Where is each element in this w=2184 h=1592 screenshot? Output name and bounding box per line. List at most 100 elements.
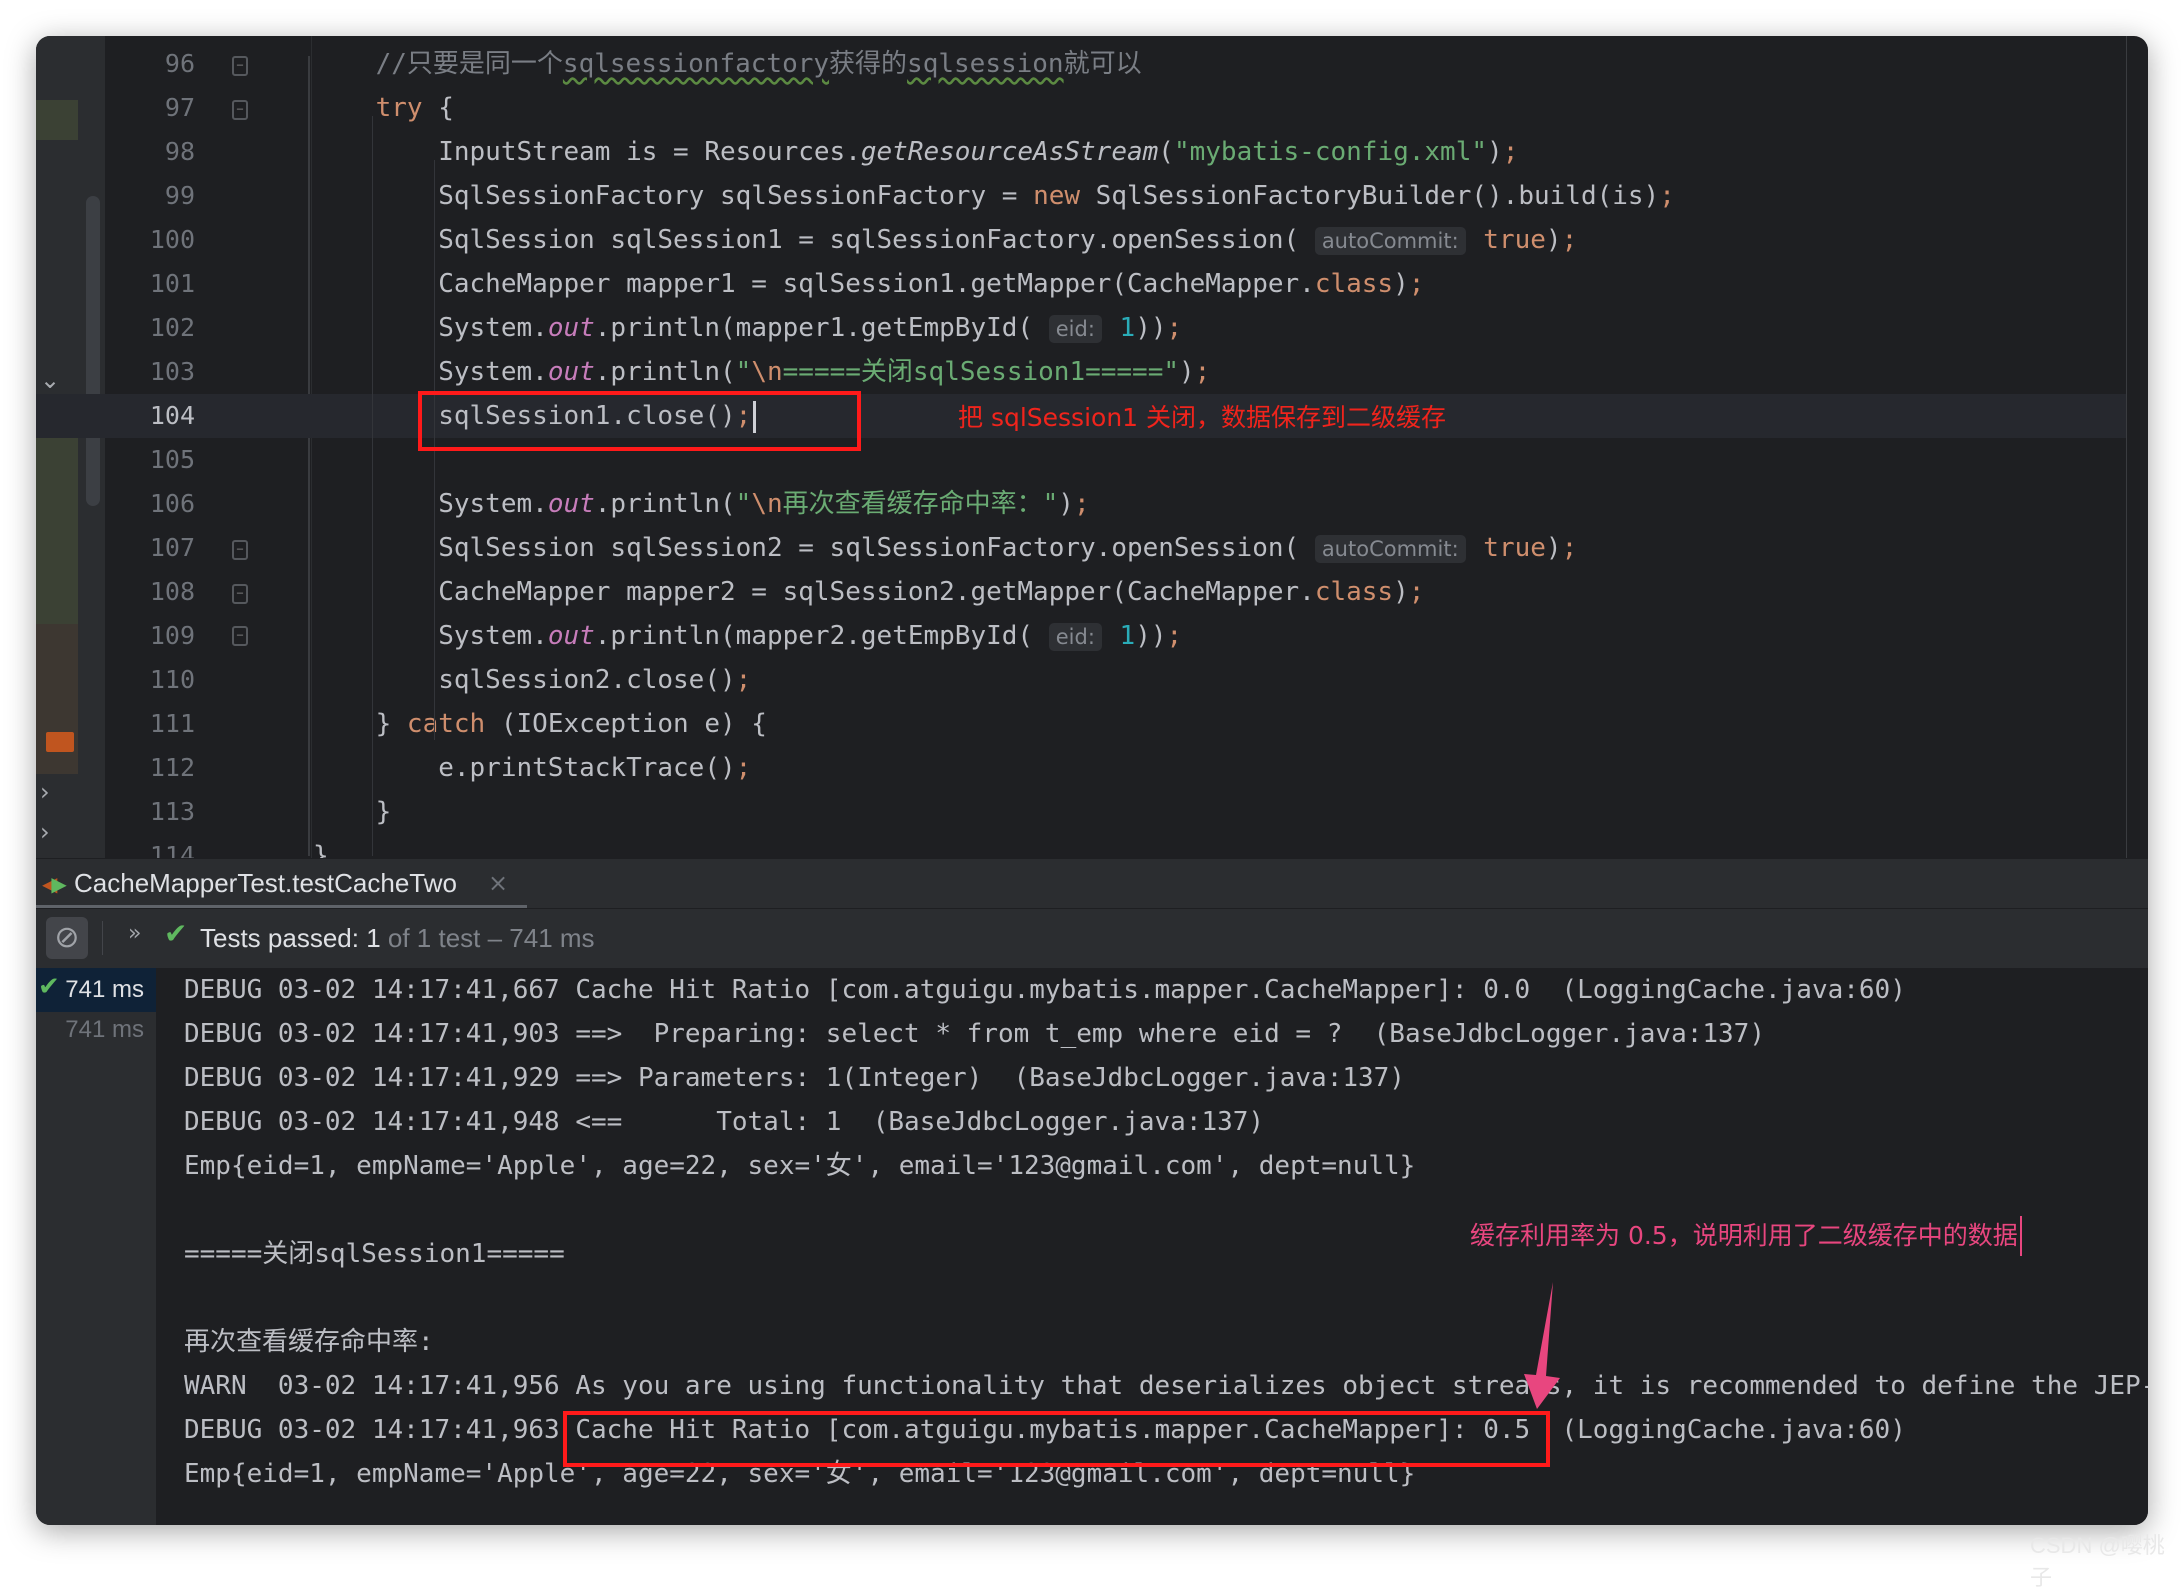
code-token: new — [1033, 181, 1081, 211]
code-token: try — [375, 93, 423, 123]
line-number[interactable]: 105 — [105, 438, 195, 482]
code-line[interactable]: 108 CacheMapper mapper2 = sqlSession2.ge… — [36, 570, 2126, 614]
line-number[interactable]: 106 — [105, 482, 195, 526]
code-token: ; — [1659, 181, 1675, 211]
code-token: out — [547, 357, 595, 387]
code-token: } — [313, 709, 407, 739]
code-text: //只要是同一个sqlsessionfactory获得的sqlsession就可… — [313, 42, 1142, 86]
parameter-hint: autoCommit: — [1314, 227, 1466, 255]
code-text: SqlSessionFactory sqlSessionFactory = ne… — [313, 174, 1675, 218]
fold-marker-icon[interactable]: − — [232, 56, 248, 76]
code-token: sqlsession — [907, 49, 1064, 79]
toolbar-divider — [102, 921, 103, 955]
code-text: } — [313, 790, 392, 834]
code-token: SqlSessionFactory sqlSessionFactory = — [313, 181, 1034, 211]
code-line[interactable]: 97 try { — [36, 86, 2126, 130]
line-number[interactable]: 98 — [105, 130, 195, 174]
console-line: DEBUG 03-02 14:17:41,903 ==> Preparing: … — [184, 1019, 1765, 1049]
code-line[interactable]: 113 } — [36, 790, 2126, 834]
code-token: \n — [751, 357, 783, 387]
code-token: .println(mapper1.getEmpById( — [594, 313, 1049, 343]
line-number[interactable]: 103 — [105, 350, 195, 394]
code-token: ; — [1166, 313, 1183, 343]
code-token: SqlSessionFactoryBuilder().build(is) — [1080, 181, 1660, 211]
run-tab-bar: ◀▶ CacheMapperTest.testCacheTwo × — [36, 858, 2148, 909]
line-number[interactable]: 96 — [105, 42, 195, 86]
fold-marker-icon[interactable]: − — [232, 540, 248, 560]
code-token: .println( — [594, 357, 736, 387]
code-token: ) — [1393, 577, 1409, 607]
line-number[interactable]: 97 — [105, 86, 195, 130]
code-token: InputStream is = Resources. — [313, 137, 861, 167]
tree-item-time: 741 ms — [65, 1016, 144, 1043]
code-text: System.out.println("\n再次查看缓存命中率："); — [313, 482, 1090, 526]
code-token: SqlSession sqlSession1 = sqlSessionFacto… — [313, 225, 1315, 255]
code-line[interactable]: 111 } catch (IOException e) { — [36, 702, 2126, 746]
code-token: =====关闭sqlSession1=====" — [782, 357, 1180, 387]
line-number[interactable]: 104 — [105, 394, 195, 438]
code-token: SqlSession sqlSession2 = sqlSessionFacto… — [313, 533, 1315, 563]
code-token: ; — [1073, 489, 1090, 519]
line-number[interactable]: 112 — [105, 746, 195, 790]
code-text: SqlSession sqlSession2 = sqlSessionFacto… — [313, 526, 1577, 571]
code-token: " — [735, 489, 752, 519]
code-text: e.printStackTrace(); — [313, 746, 751, 790]
code-line[interactable]: 99 SqlSessionFactory sqlSessionFactory =… — [36, 174, 2126, 218]
line-number[interactable]: 110 — [105, 658, 195, 702]
line-number[interactable]: 102 — [105, 306, 195, 350]
code-line[interactable]: 109 System.out.println(mapper2.getEmpByI… — [36, 614, 2126, 658]
code-line[interactable]: 110 sqlSession2.close(); — [36, 658, 2126, 702]
code-line[interactable]: 98 InputStream is = Resources.getResourc… — [36, 130, 2126, 174]
code-line[interactable]: 103 System.out.println("\n=====关闭sqlSess… — [36, 350, 2126, 394]
code-token: ) — [1058, 489, 1074, 519]
fold-marker-icon[interactable]: − — [232, 100, 248, 120]
fold-marker-icon[interactable]: − — [232, 584, 248, 604]
tree-item-selected[interactable]: ✔ 741 ms — [36, 968, 156, 1012]
code-token: out — [547, 489, 595, 519]
annotation-hit-ratio: 缓存利用率为 0.5，说明利用了二级缓存中的数据 — [1470, 1216, 2022, 1256]
highlight-box-close — [418, 391, 861, 451]
code-line[interactable]: 112 e.printStackTrace(); — [36, 746, 2126, 790]
code-token: ( — [1158, 137, 1174, 167]
code-text: SqlSession sqlSession1 = sqlSessionFacto… — [313, 218, 1577, 263]
code-token: e.printStackTrace() — [313, 753, 736, 783]
tests-passed: Tests passed: 1 — [200, 923, 381, 953]
line-number[interactable]: 100 — [105, 218, 195, 262]
code-token: System. — [313, 489, 548, 519]
code-line[interactable]: 100 SqlSession sqlSession1 = sqlSessionF… — [36, 218, 2126, 262]
console-line: DEBUG 03-02 14:17:41,667 Cache Hit Ratio… — [184, 975, 1906, 1005]
code-text: try { — [313, 86, 454, 130]
code-line[interactable]: 106 System.out.println("\n再次查看缓存命中率："); — [36, 482, 2126, 526]
line-number[interactable]: 113 — [105, 790, 195, 834]
code-token: ; — [1194, 357, 1211, 387]
tab-run-config[interactable]: ◀▶ CacheMapperTest.testCacheTwo × — [36, 859, 527, 909]
tree-item[interactable]: 741 ms — [36, 1008, 156, 1052]
code-token: ; — [1408, 577, 1425, 607]
code-token: "mybatis-config.xml" — [1173, 137, 1488, 167]
console-line: WARN 03-02 14:17:41,956 As you are using… — [184, 1371, 2148, 1401]
indent-guide — [372, 116, 373, 856]
line-number[interactable]: 99 — [105, 174, 195, 218]
code-text: sqlSession2.close(); — [313, 658, 751, 702]
code-token: getResourceAsStream — [860, 137, 1159, 167]
code-line[interactable]: 101 CacheMapper mapper1 = sqlSession1.ge… — [36, 262, 2126, 306]
stop-icon[interactable]: ⊘ — [46, 917, 88, 959]
code-token: " — [735, 357, 752, 387]
tree-item-time: 741 ms — [65, 976, 144, 1003]
close-icon[interactable]: × — [488, 869, 508, 897]
code-line[interactable]: 105 — [36, 438, 2126, 482]
more-actions-button[interactable]: » — [128, 921, 141, 946]
parameter-hint: autoCommit: — [1314, 535, 1466, 563]
code-token: //只要是同一个 — [313, 49, 563, 79]
line-number[interactable]: 101 — [105, 262, 195, 306]
line-number[interactable]: 109 — [105, 614, 195, 658]
code-line[interactable]: 102 System.out.println(mapper1.getEmpByI… — [36, 306, 2126, 350]
code-token: CacheMapper mapper1 = sqlSession1.getMap… — [313, 269, 1315, 299]
code-line[interactable]: 107 SqlSession sqlSession2 = sqlSessionF… — [36, 526, 2126, 570]
line-number[interactable]: 111 — [105, 702, 195, 746]
line-number[interactable]: 107 — [105, 526, 195, 570]
code-token: .println(mapper2.getEmpById( — [594, 621, 1049, 651]
line-number[interactable]: 108 — [105, 570, 195, 614]
code-line[interactable]: 96 //只要是同一个sqlsessionfactory获得的sqlsessio… — [36, 42, 2126, 86]
fold-marker-icon[interactable]: − — [232, 626, 248, 646]
